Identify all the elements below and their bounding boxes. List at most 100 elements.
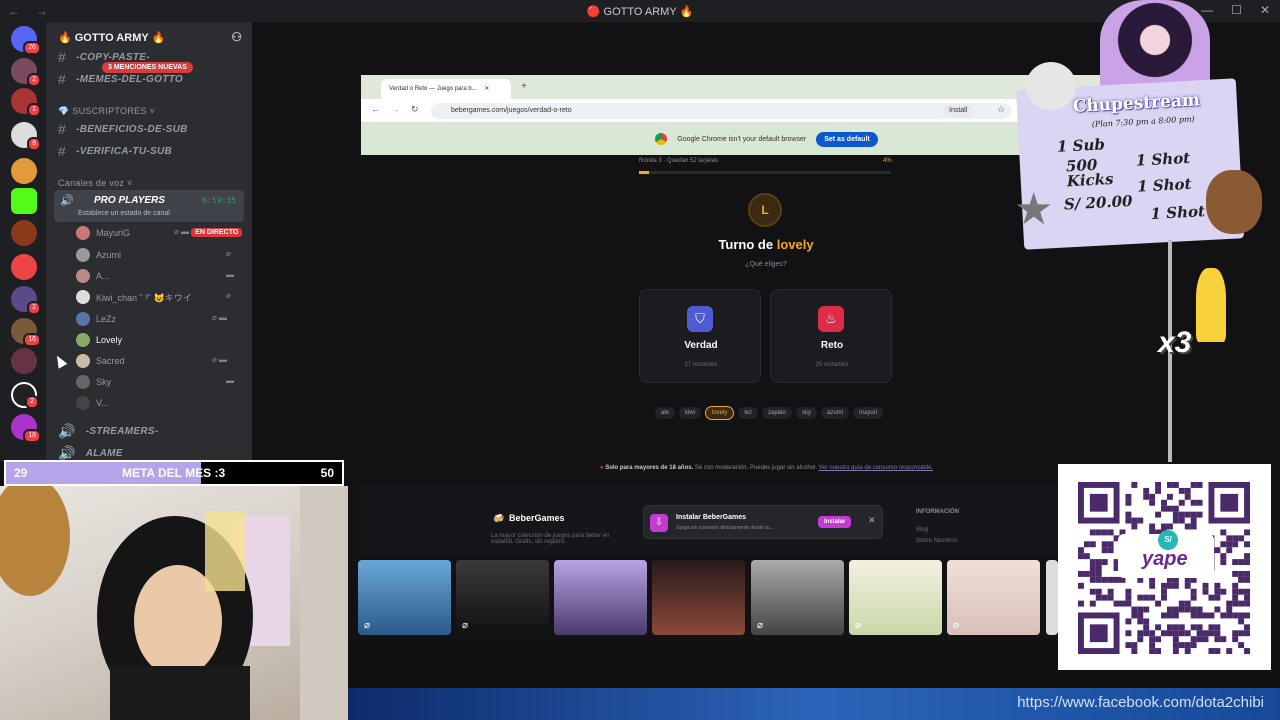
minimize-icon[interactable]: — (1201, 3, 1213, 17)
set-default-button[interactable]: Set as default (816, 131, 878, 147)
voice-user[interactable]: Lovely (76, 331, 122, 349)
voice-timer: 6:59:35 (202, 196, 236, 205)
channel-label: -BENEFICIOS-DE-SUB (76, 123, 188, 135)
participant-video[interactable]: ⌀ (751, 560, 844, 635)
player-chip[interactable]: lez (738, 407, 758, 419)
category-suscriptores[interactable]: 💎 SUSCRIPTORES ˅ (58, 106, 155, 117)
player-chip[interactable]: azumi (821, 407, 850, 419)
player-chip[interactable]: kiwi (678, 407, 701, 419)
muted-icon: ⌀ (226, 249, 231, 258)
channel-verifica[interactable]: # -VERIFICA-TU-SUB (58, 142, 172, 160)
server-icon[interactable] (11, 158, 37, 184)
avatar (76, 226, 90, 240)
voice-user[interactable]: Kiwi_chan ˘ ³˘ 😺キウイ ⌀ (76, 288, 231, 306)
avatar (76, 248, 90, 262)
warning-bold: Solo para mayores de 18 años. (605, 465, 694, 471)
channel-beneficios[interactable]: # -BENEFICIOS-DE-SUB (58, 120, 188, 138)
server-icon[interactable] (11, 220, 37, 246)
chupestream-title: Chupestream (1072, 90, 1201, 117)
voice-channel-pro-players[interactable]: 🔊 PRO PLAYERS 6:59:35 Establece un estad… (54, 190, 244, 222)
discord-home-icon[interactable]: 26 (11, 26, 41, 55)
server-badge: 1 (27, 103, 41, 117)
invite-people-icon[interactable]: ⚇ (231, 30, 242, 44)
participant-video[interactable]: ⌀ (358, 560, 451, 635)
participant-video[interactable]: ⌀ (456, 560, 549, 635)
voice-user[interactable]: Azumi ⌀ (76, 246, 231, 264)
server-icon[interactable]: 2 (11, 382, 39, 409)
voice-user-name: Sky (96, 377, 112, 387)
chrome-icon (655, 133, 668, 145)
yape-logo: S/ yape (1118, 530, 1214, 578)
bookmark-star-icon[interactable]: ☆ (997, 104, 1005, 115)
reload-icon[interactable]: ↻ (411, 104, 419, 115)
maximize-icon[interactable]: ☐ (1231, 3, 1242, 17)
muted-mic-icon: ⌀ (462, 620, 469, 631)
voice-user[interactable]: Sky ▬ (76, 373, 234, 391)
toast-close-icon[interactable]: ✕ (868, 515, 876, 526)
voice-user[interactable]: Sacred ⌀ ▬ (76, 352, 227, 370)
back-icon[interactable]: ← (371, 104, 380, 114)
kick-server-icon[interactable] (11, 188, 37, 214)
player-chip[interactable]: zapato (761, 407, 792, 419)
participant-video[interactable] (1046, 560, 1058, 635)
toast-install-button[interactable]: Instalar (818, 516, 852, 528)
dare-label: Reto (820, 340, 844, 351)
player-chip[interactable]: mayuri (853, 407, 884, 419)
age-warning: ● Solo para mayores de 18 años. Sé con m… (361, 465, 1172, 471)
server-icon[interactable]: 2 (11, 286, 41, 315)
participant-avatar-tile[interactable]: ⌀ (849, 560, 942, 635)
speaker-icon: 🔊 (60, 195, 74, 207)
channel-status-input[interactable]: Establece un estado de canal (78, 210, 170, 217)
voice-user-name: LeZz (96, 314, 117, 324)
round-progress-percent: 4% (883, 158, 892, 164)
back-forward-icon[interactable]: ← → (8, 4, 53, 18)
turn-player-name: lovely (776, 237, 814, 252)
participant-video[interactable] (652, 560, 745, 635)
responsible-guide-link[interactable]: Ver nuestra guía de consumo responsable. (819, 465, 933, 471)
dare-card[interactable]: ♨ Reto 25 restantes (770, 289, 892, 383)
player-chip[interactable]: lovely (704, 406, 735, 420)
truth-card[interactable]: ⛉ Verdad 27 restantes (639, 289, 761, 383)
footer-link-blog[interactable]: Blog (916, 525, 958, 536)
avatar (76, 375, 90, 389)
reward-shot: 1 Shot (1136, 174, 1192, 196)
channel-memes[interactable]: # -MEMES-DEL-GOTTO (58, 70, 183, 88)
forward-icon[interactable]: → (391, 104, 400, 114)
reward-amount: S/ 20.00 (1063, 191, 1133, 214)
channel-sidebar: 🔥 GOTTO ARMY 🔥 ⚇ # -COPY-PASTE- 3 MENCION… (46, 22, 252, 462)
avatar (76, 312, 90, 326)
server-icon[interactable] (11, 348, 37, 374)
download-icon: ⇩ (650, 514, 668, 532)
server-icon[interactable]: 18 (11, 414, 41, 443)
voice-user[interactable]: V... (76, 394, 109, 412)
reward-kicks: 500 Kicks (1065, 155, 1114, 191)
voice-user[interactable]: LeZz ⌀ ▬ (76, 310, 227, 328)
browser-tab[interactable]: Verdad o Reto — Juego para b... ✕ (381, 79, 511, 99)
server-icon[interactable]: 8 (11, 122, 41, 151)
footer-links: Blog Sobre Nosotros (916, 525, 958, 547)
server-icon[interactable]: 1 (11, 88, 41, 117)
new-tab-icon[interactable]: + (521, 81, 527, 92)
category-voice[interactable]: Canales de voz ˅ (58, 178, 133, 188)
voice-user[interactable]: MayuriG ⌀ ▬ EN DIRECTO (76, 224, 243, 242)
voice-user-name: Kiwi_chan ˘ ³˘ 😺キウイ (96, 292, 192, 303)
server-icon[interactable]: 16 (11, 318, 41, 347)
voice-user[interactable]: A... ▬ (76, 267, 234, 285)
footer-link-about[interactable]: Sobre Nosotros (916, 536, 958, 547)
player-chip[interactable]: sky (796, 407, 817, 419)
url-field[interactable]: bebergames.com/juegos/verdad-o-reto (431, 103, 1011, 119)
install-app-button[interactable]: Install (943, 104, 974, 117)
server-icon[interactable] (11, 254, 37, 280)
reward-sub: 1 Sub (1056, 135, 1106, 156)
player-chip[interactable]: ale (654, 407, 675, 419)
server-icon[interactable]: 2 (11, 58, 41, 87)
goal-label: META DEL MES :3 (122, 466, 226, 480)
participant-avatar-tile[interactable]: ⌀ (947, 560, 1040, 635)
footer-brand[interactable]: BeberGames (509, 513, 565, 523)
avatar (76, 354, 90, 368)
participant-video[interactable] (554, 560, 647, 635)
voice-channel-streamers[interactable]: 🔊 -STREAMERS- (58, 422, 158, 440)
close-tab-icon[interactable]: ✕ (484, 86, 489, 92)
camera-icon: ▬ (226, 270, 234, 279)
close-icon[interactable]: ✕ (1260, 3, 1270, 17)
